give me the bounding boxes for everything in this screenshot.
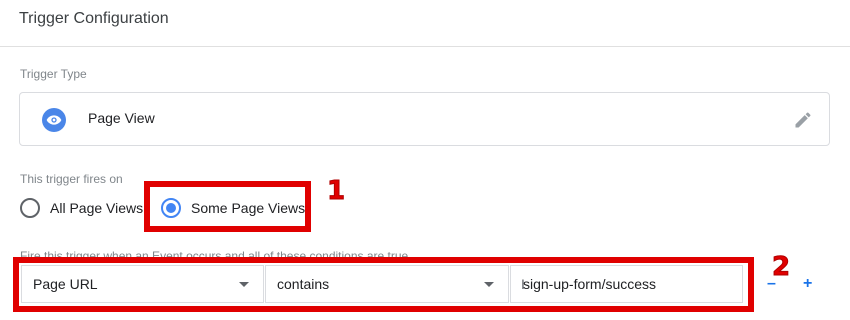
radio-some-page-views[interactable]: Some Page Views bbox=[161, 195, 305, 221]
trigger-type-label: Trigger Type bbox=[20, 67, 87, 81]
operator-select[interactable]: contains bbox=[265, 265, 509, 303]
radio-all-page-views[interactable]: All Page Views bbox=[20, 195, 143, 221]
panel-header: Trigger Configuration bbox=[0, 0, 850, 47]
variable-select[interactable]: Page URL bbox=[21, 265, 264, 303]
chevron-down-icon bbox=[239, 282, 249, 287]
radio-button-unselected[interactable] bbox=[20, 198, 40, 218]
conditions-label: Fire this trigger when an Event occurs a… bbox=[20, 249, 409, 263]
operator-select-value: contains bbox=[277, 276, 330, 292]
panel-title: Trigger Configuration bbox=[19, 10, 169, 27]
trigger-type-name: Page View bbox=[88, 110, 155, 126]
radio-button-selected[interactable] bbox=[161, 198, 181, 218]
text-cursor-icon: I bbox=[521, 276, 525, 292]
radio-label: Some Page Views bbox=[191, 200, 306, 216]
radio-label: All Page Views bbox=[50, 200, 144, 216]
condition-value-input[interactable] bbox=[510, 265, 743, 303]
condition-row: Page URL contains bbox=[21, 265, 743, 303]
trigger-type-card[interactable]: Page View bbox=[19, 92, 830, 146]
variable-select-value: Page URL bbox=[33, 276, 98, 292]
chevron-down-icon bbox=[484, 282, 494, 287]
annotation-number-1: 1 bbox=[326, 176, 346, 206]
annotation-number-2: 2 bbox=[771, 252, 791, 282]
pencil-icon[interactable] bbox=[793, 110, 813, 130]
fires-on-label: This trigger fires on bbox=[20, 172, 123, 186]
add-condition-button[interactable]: + bbox=[803, 276, 812, 292]
eye-icon bbox=[42, 108, 66, 132]
